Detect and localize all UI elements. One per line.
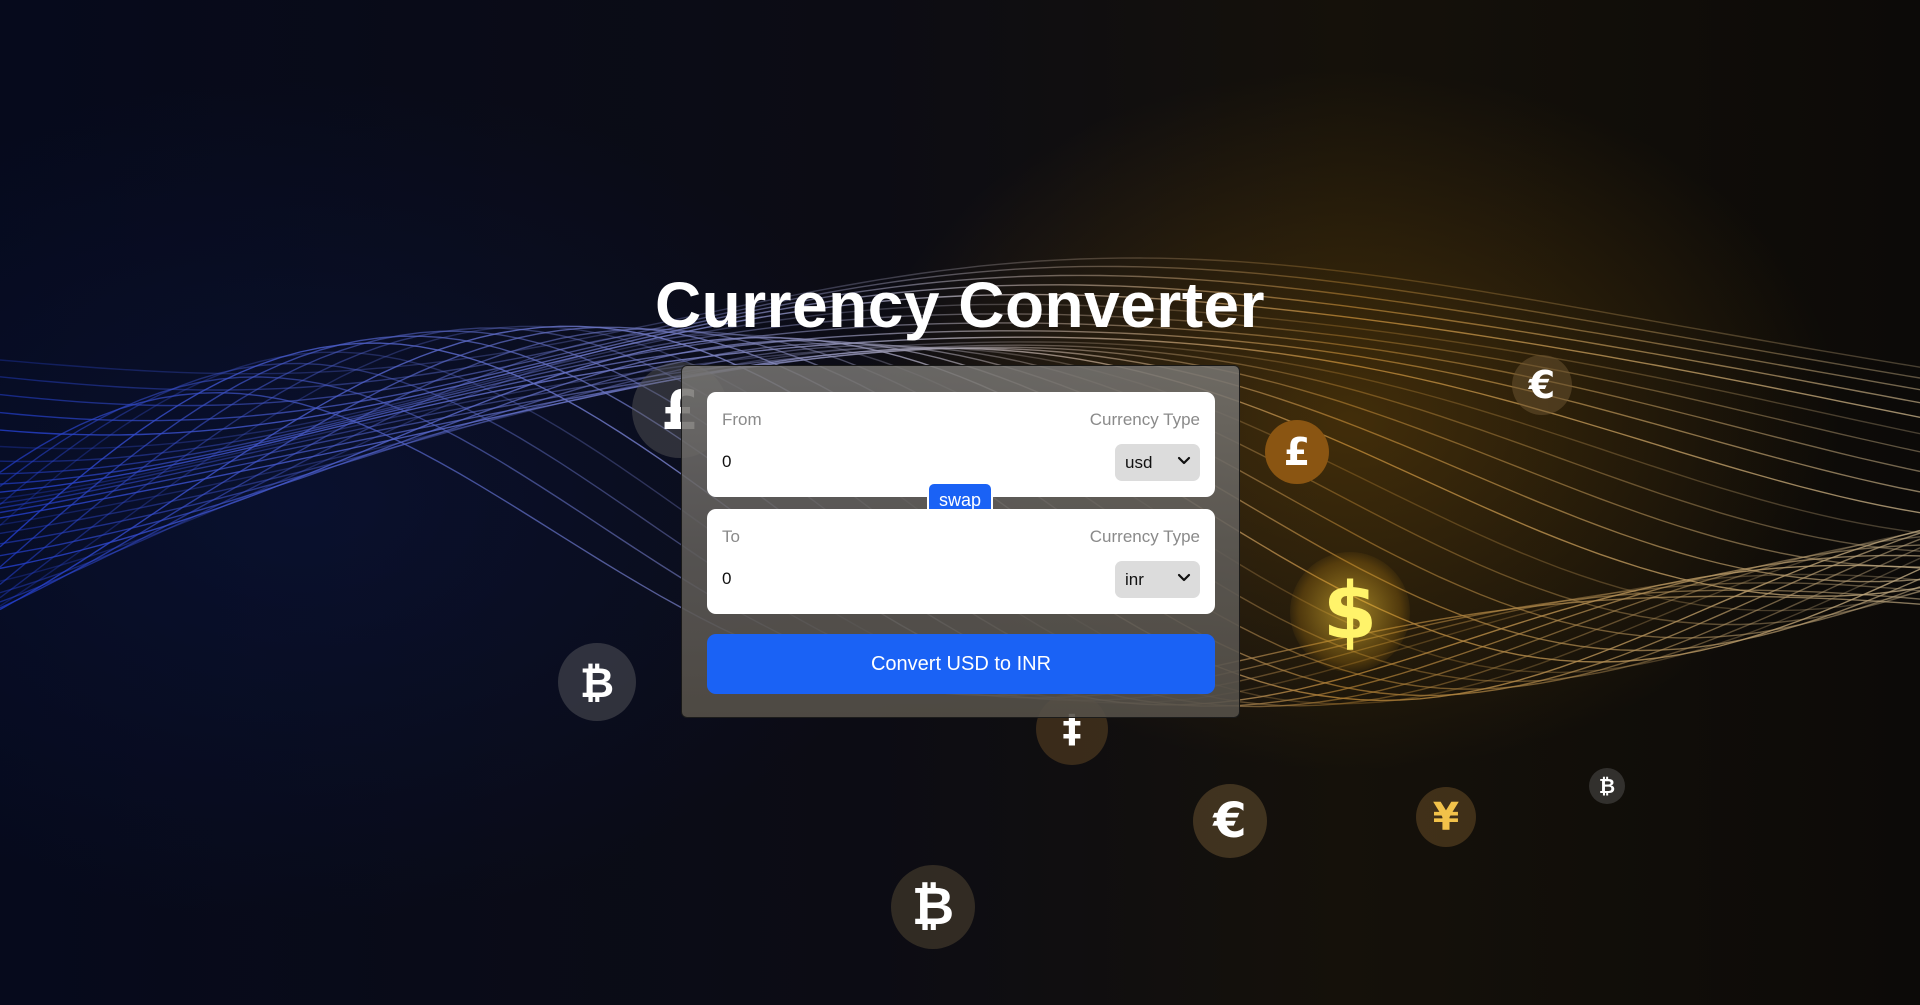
bitcoin-coin-icon: ₿ — [1589, 768, 1625, 804]
to-currency-value: inr — [1125, 569, 1144, 589]
dollar-coin-icon: $ — [1290, 552, 1410, 672]
to-section: To Currency Type inr — [707, 509, 1215, 614]
to-label: To — [722, 527, 740, 546]
from-currency-value: usd — [1125, 452, 1153, 472]
converter-panel: From Currency Type usd swap To Currency … — [681, 365, 1240, 718]
to-currency-select[interactable]: inr — [1115, 561, 1200, 598]
bitcoin-coin-icon: ₿ — [558, 643, 636, 721]
from-amount-input[interactable] — [722, 450, 1022, 474]
euro-coin-icon: € — [1193, 784, 1267, 858]
chevron-down-icon — [1177, 456, 1191, 465]
bitcoin-coin-icon: ₿ — [891, 865, 975, 949]
pound-coin-icon: £ — [1265, 420, 1329, 484]
to-currency-type-label: Currency Type — [1089, 527, 1200, 546]
yen-coin-icon: ¥ — [1416, 787, 1476, 847]
page-title: Currency Converter — [654, 269, 1266, 341]
from-currency-select[interactable]: usd — [1115, 444, 1200, 481]
convert-button[interactable]: Convert USD to INR — [707, 634, 1215, 694]
euro-coin-icon: € — [1512, 355, 1572, 415]
chevron-down-icon — [1177, 573, 1191, 582]
from-currency-type-label: Currency Type — [1089, 410, 1200, 429]
from-label: From — [722, 410, 762, 429]
to-amount-input[interactable] — [722, 567, 1022, 591]
